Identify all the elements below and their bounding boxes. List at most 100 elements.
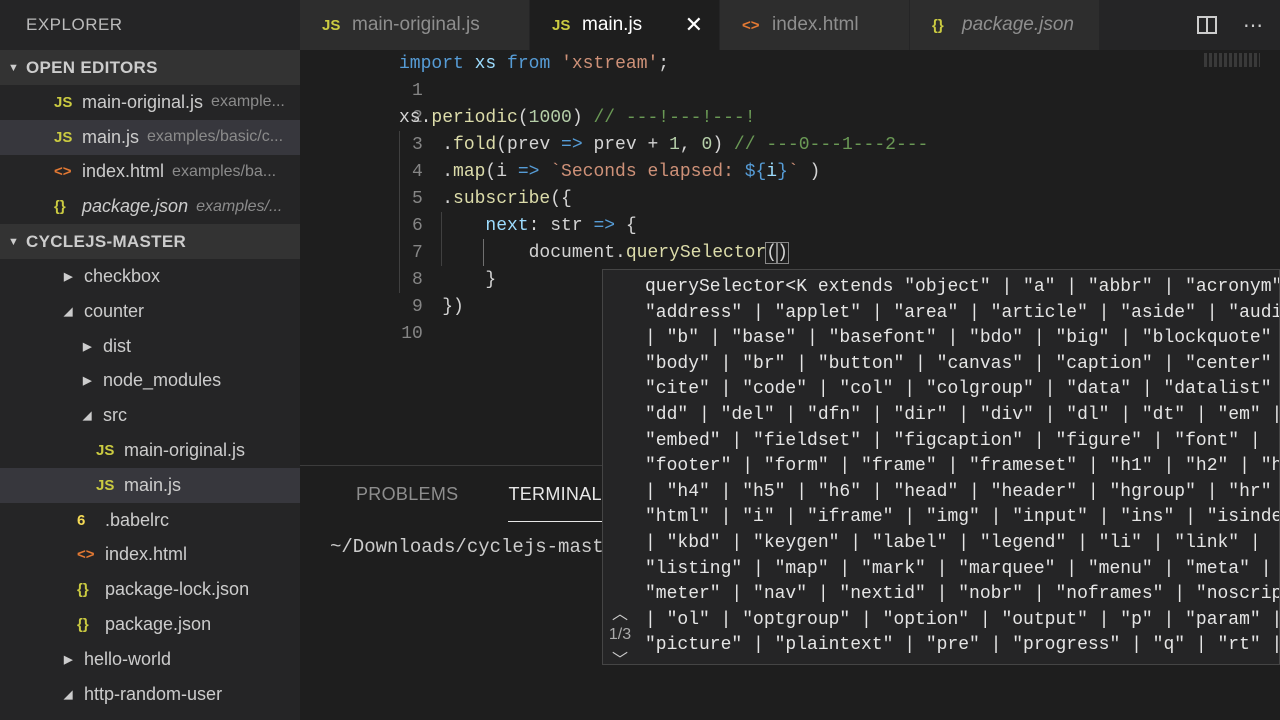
- tree-item-label: main-original.js: [124, 440, 246, 461]
- tree-file-index-html[interactable]: <> index.html: [0, 538, 300, 573]
- open-editor-name: main.js: [82, 126, 140, 147]
- explorer-title: EXPLORER: [26, 15, 123, 34]
- token: (prev: [496, 135, 562, 155]
- token: xs: [474, 54, 497, 74]
- project-header[interactable]: ▼ CYCLEJS-MASTER: [0, 224, 300, 260]
- more-actions-icon[interactable]: ⋯: [1243, 13, 1264, 38]
- close-icon[interactable]: ✕: [685, 12, 703, 38]
- tree-folder-hello-world[interactable]: ▶ hello-world: [0, 642, 300, 677]
- line-content: import xs from 'xstream';: [399, 51, 669, 78]
- js-file-icon: JS: [322, 16, 341, 34]
- line-content: .subscribe({: [399, 186, 572, 213]
- chevron-right-icon: ▶: [64, 653, 73, 666]
- code-line: 8 document.querySelector(): [300, 240, 1205, 290]
- chevron-up-icon[interactable]: ︿: [603, 600, 637, 624]
- tab-main-original[interactable]: JS main-original.js: [300, 0, 530, 50]
- token: (: [765, 242, 779, 264]
- chevron-down-icon: ◢: [64, 305, 73, 318]
- token: ;: [658, 54, 670, 74]
- tree-folder-counter[interactable]: ◢ counter: [0, 294, 300, 329]
- tree-folder-checkbox[interactable]: ▶ checkbox: [0, 259, 300, 294]
- tab-problems[interactable]: PROBLEMS: [356, 466, 458, 522]
- tree-file-babelrc[interactable]: 6 .babelrc: [0, 503, 300, 538]
- babel-file-icon: 6: [77, 511, 86, 529]
- line-content: }: [399, 267, 496, 294]
- token: import: [399, 54, 464, 74]
- token: }: [777, 162, 788, 182]
- token: (: [517, 108, 529, 128]
- project-label: CYCLEJS-MASTER: [26, 231, 187, 251]
- tree-file-main[interactable]: JS main.js: [0, 467, 300, 503]
- js-file-icon: JS: [96, 476, 115, 494]
- tree-folder-node-modules[interactable]: ▶ node_modules: [0, 364, 300, 399]
- token: querySelector: [625, 243, 767, 263]
- tree-item-label: http-random-user: [84, 683, 223, 704]
- line-content: next: str => {: [399, 213, 636, 240]
- chevron-down-icon[interactable]: ﹀: [603, 646, 637, 664]
- code-line: 7 next: str => {: [300, 213, 1205, 263]
- terminal-prompt[interactable]: ~/Downloads/cyclejs-maste: [330, 536, 615, 558]
- open-editor-item[interactable]: JS main.js examples/basic/c...: [0, 119, 300, 155]
- token: ): [712, 135, 734, 155]
- tree-folder-dist[interactable]: ▶ dist: [0, 329, 300, 364]
- open-editors-header[interactable]: ▼ OPEN EDITORS: [0, 50, 300, 85]
- open-editor-item[interactable]: {} package.json examples/...: [0, 189, 300, 224]
- tree-item-label: node_modules: [103, 370, 222, 391]
- token: .: [399, 189, 454, 209]
- split-editor-icon[interactable]: [1197, 16, 1217, 34]
- token: .: [399, 162, 454, 182]
- open-editor-item[interactable]: <> index.html examples/ba...: [0, 155, 300, 190]
- tree-item-label: hello-world: [84, 648, 172, 669]
- code-line: 4 .fold(prev => prev + 1, 0) // ---0---1…: [300, 132, 1205, 182]
- code-line: 5 .map(i => `Seconds elapsed: ${i}` ): [300, 159, 1205, 209]
- token: fold: [453, 135, 497, 155]
- tree-item-label: counter: [84, 300, 145, 321]
- tab-actions: ⋯: [1197, 0, 1280, 50]
- tree-item-label: src: [103, 405, 127, 426]
- token: from: [507, 54, 551, 74]
- tree-item-label: .babelrc: [105, 509, 170, 530]
- tree-item-label: checkbox: [84, 266, 161, 287]
- line-content: .fold(prev => prev + 1, 0) // ---0---1--…: [399, 132, 928, 159]
- token: }: [399, 270, 497, 290]
- token: (i: [485, 162, 518, 182]
- open-editor-path: examples/ba...: [172, 162, 277, 180]
- token: .: [399, 135, 454, 155]
- tree-file-package-json[interactable]: {} package.json: [0, 607, 300, 642]
- token: : str: [528, 216, 594, 236]
- explorer-sidebar: EXPLORER ▼ OPEN EDITORS JS main-original…: [0, 0, 300, 720]
- json-file-icon: {}: [77, 581, 89, 599]
- open-editors-label: OPEN EDITORS: [26, 57, 158, 77]
- open-editor-path: examples/...: [196, 197, 283, 215]
- tree-folder-http-random-user[interactable]: ◢ http-random-user: [0, 677, 300, 712]
- signature-counter: 1/3: [608, 626, 632, 643]
- open-editor-name: package.json: [82, 196, 189, 217]
- token: }): [399, 297, 464, 317]
- tree-folder-src[interactable]: ◢ src: [0, 398, 300, 433]
- vscode-window: EXPLORER ▼ OPEN EDITORS JS main-original…: [0, 0, 1280, 720]
- tab-package-json[interactable]: {} package.json: [910, 0, 1100, 50]
- open-editor-item[interactable]: JS main-original.js example...: [0, 85, 300, 120]
- tab-label: main.js: [582, 14, 643, 35]
- panel-tabs: PROBLEMS TERMINAL: [356, 466, 602, 522]
- signature-text: querySelector<K extends "object" | "a" |…: [645, 277, 1280, 656]
- tree-file-main-original[interactable]: JS main-original.js: [0, 433, 300, 468]
- json-file-icon: {}: [932, 16, 944, 34]
- minimap[interactable]: [1204, 53, 1260, 67]
- line-content: document.querySelector(): [399, 240, 789, 267]
- tree-file-package-lock[interactable]: {} package-lock.json: [0, 572, 300, 607]
- js-file-icon: JS: [552, 16, 571, 34]
- tab-main[interactable]: JS main.js ✕: [530, 0, 720, 50]
- tab-terminal[interactable]: TERMINAL: [508, 466, 602, 522]
- token: prev +: [582, 135, 670, 155]
- tab-label: index.html: [772, 14, 859, 35]
- token: map: [453, 162, 486, 182]
- tab-index-html[interactable]: <> index.html: [720, 0, 910, 50]
- chevron-right-icon: ▶: [83, 375, 92, 388]
- token: document.: [399, 243, 626, 263]
- token: =>: [517, 162, 540, 182]
- token: i: [766, 162, 778, 182]
